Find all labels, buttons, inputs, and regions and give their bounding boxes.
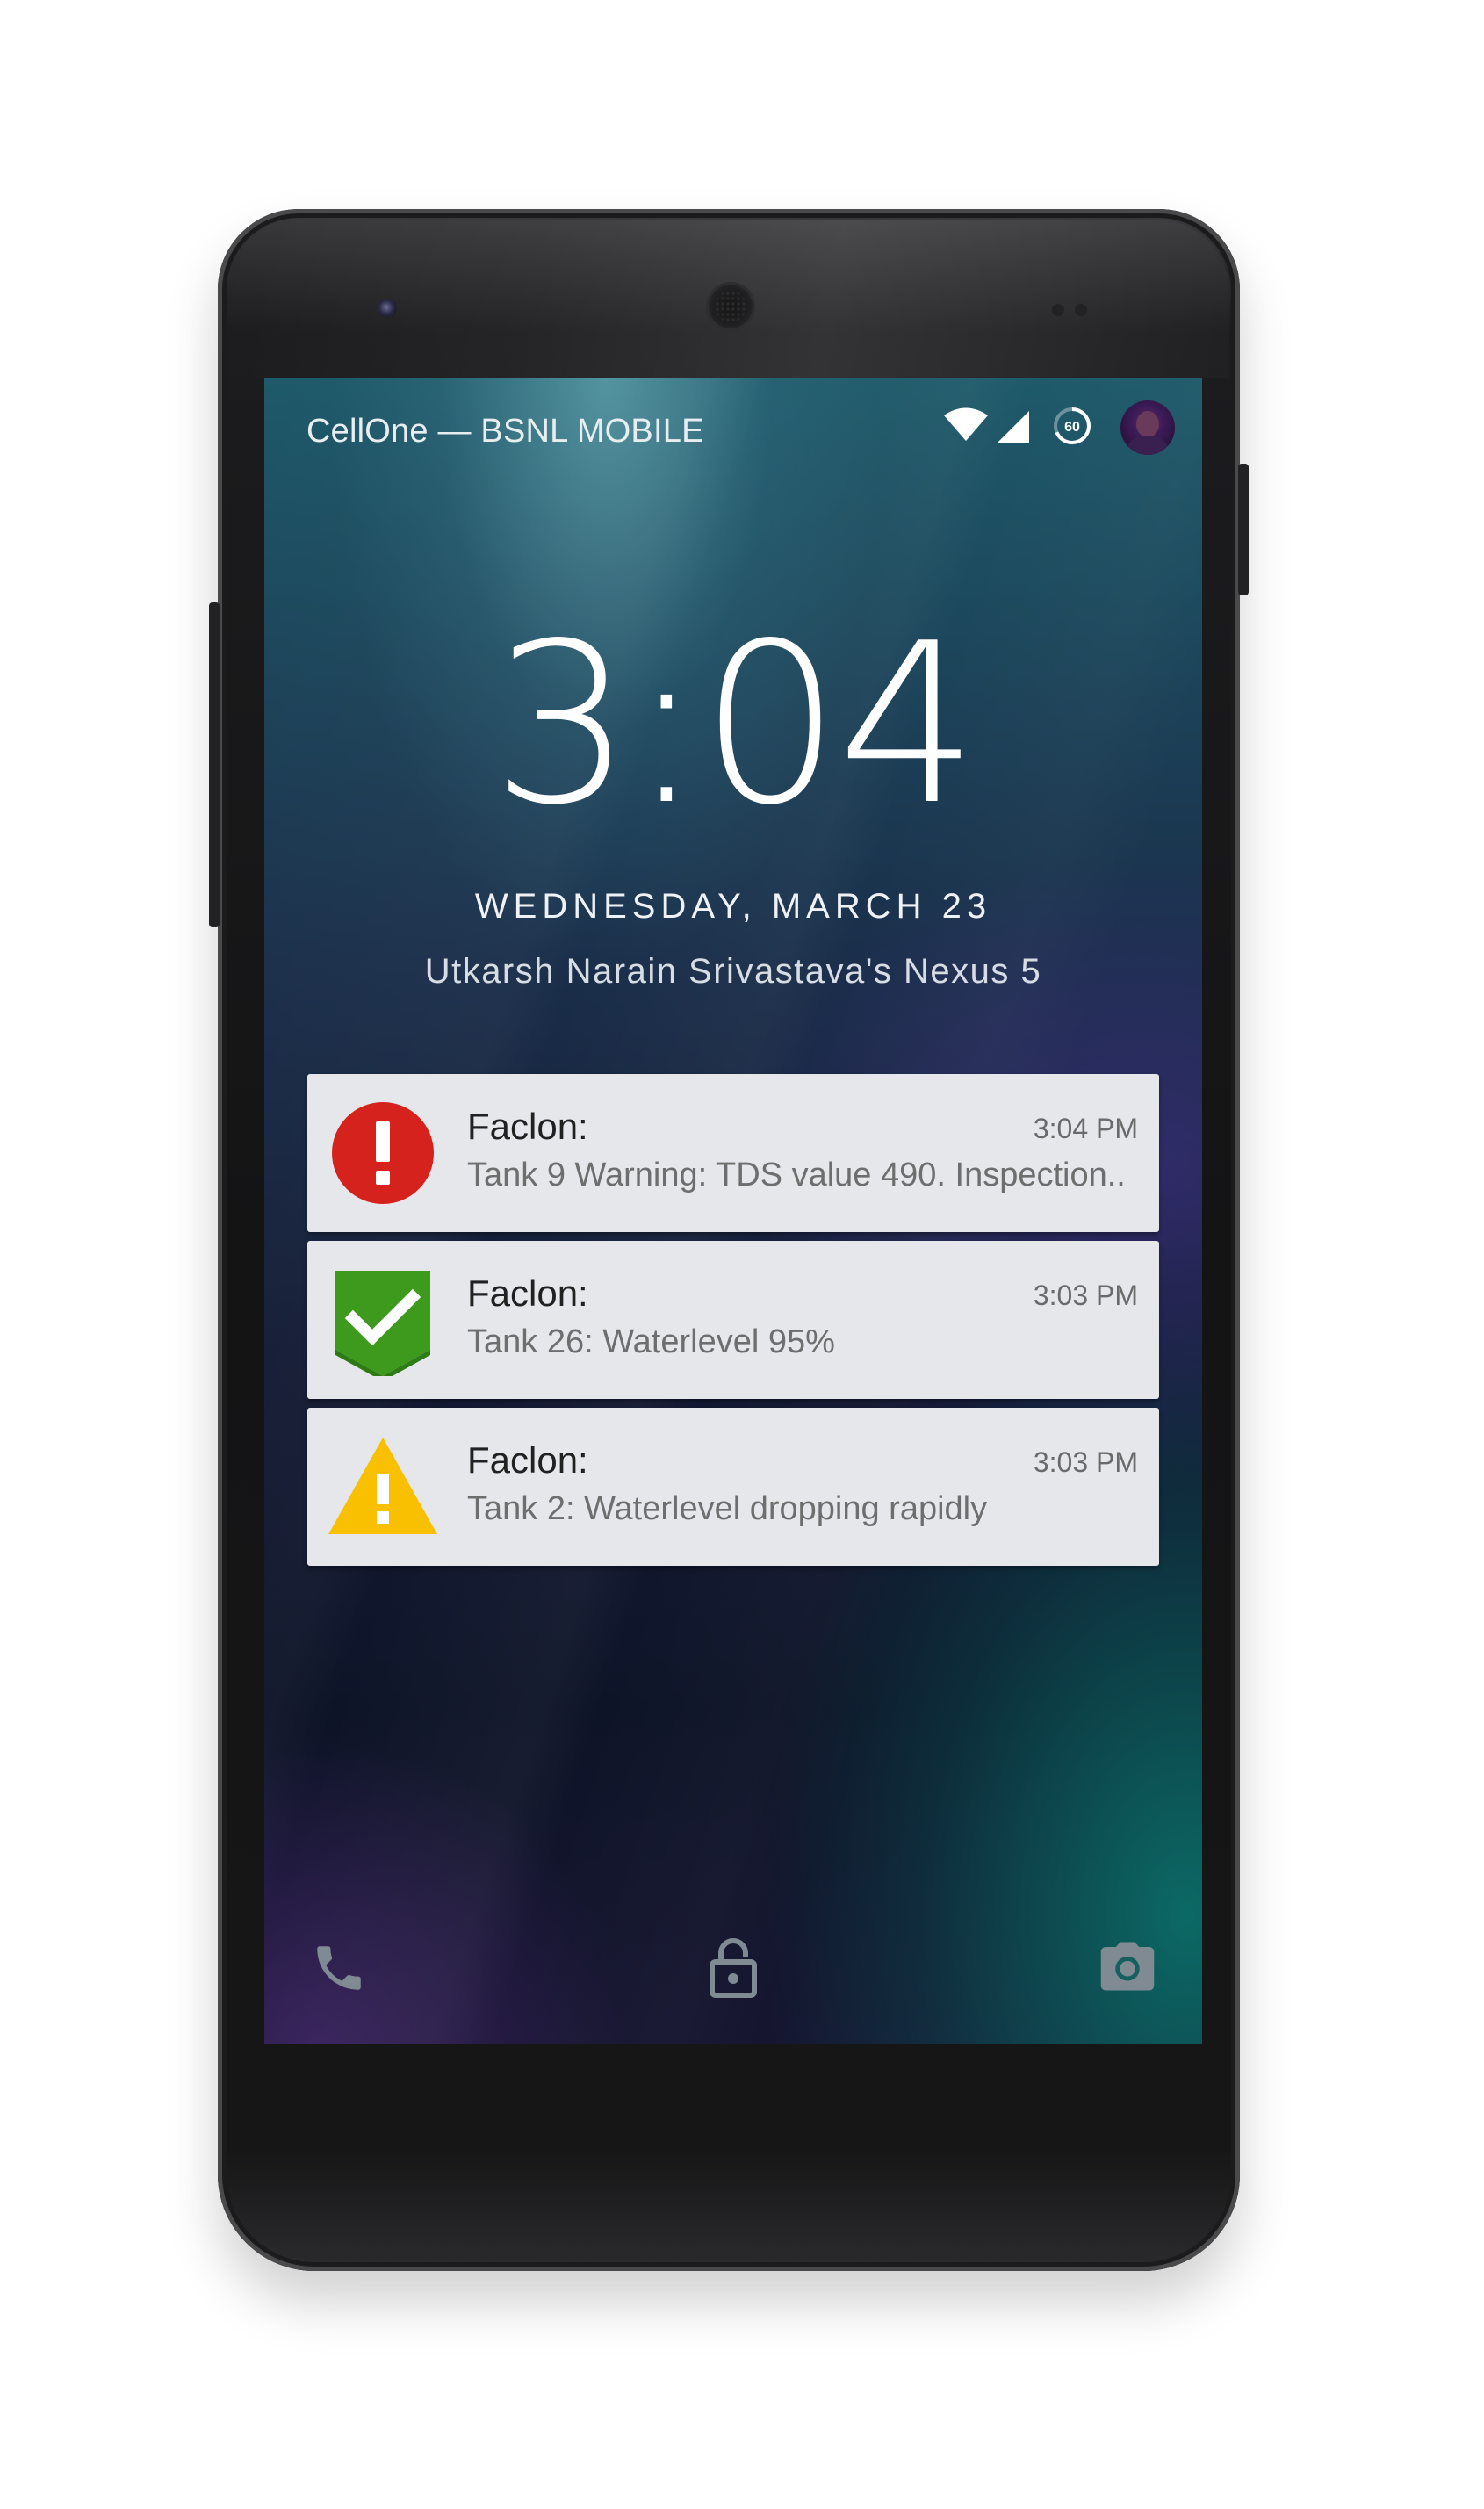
user-avatar[interactable] (1120, 400, 1175, 455)
notification-card[interactable]: Faclon: 3:03 PM Tank 26: Waterlevel 95% (307, 1241, 1159, 1399)
phone-icon[interactable] (310, 1939, 368, 1997)
owner-info: Utkarsh Narain Srivastava's Nexus 5 (424, 952, 1042, 991)
lock-clock: 3:04 (492, 596, 978, 854)
cell-signal-icon (998, 411, 1029, 443)
notification-title: Faclon: (467, 1273, 588, 1314)
earpiece-speaker (706, 282, 755, 331)
status-bar: CellOne — BSNL MOBILE 60 (264, 378, 1202, 483)
check-shield-icon (335, 1271, 430, 1376)
warning-triangle-icon (328, 1438, 437, 1534)
lockscreen-bottom-bar (264, 1932, 1202, 2044)
notification-time: 3:03 PM (1033, 1280, 1138, 1311)
notification-list: Faclon: 3:04 PM Tank 9 Warning: TDS valu… (307, 1074, 1159, 1575)
notification-text: Tank 2: Waterlevel dropping rapidly (467, 1490, 988, 1527)
notification-text: Tank 9 Warning: TDS value 490. Inspectio… (467, 1157, 1126, 1193)
lock-date: WEDNESDAY, MARCH 23 (474, 887, 992, 926)
battery-charging-icon: 60 (1054, 407, 1091, 444)
device-mockup: CellOne — BSNL MOBILE 60 3:04 WEDNESDAY,… (0, 0, 1484, 2509)
battery-level-label: 60 (1064, 420, 1080, 435)
notification-title: Faclon: (467, 1439, 588, 1481)
notification-card[interactable]: Faclon: 3:03 PM Tank 2: Waterlevel dropp… (307, 1408, 1159, 1566)
notification-title: Faclon: (467, 1106, 588, 1147)
lock-screen: CellOne — BSNL MOBILE 60 3:04 WEDNESDAY,… (264, 378, 1202, 2044)
notification-text: Tank 26: Waterlevel 95% (467, 1323, 835, 1360)
notification-time: 3:03 PM (1033, 1446, 1138, 1478)
power-button (1238, 464, 1249, 595)
notification-card[interactable]: Faclon: 3:04 PM Tank 9 Warning: TDS valu… (307, 1074, 1159, 1232)
lock-icon[interactable] (705, 1936, 761, 1999)
carrier-label: CellOne — BSNL MOBILE (306, 413, 704, 450)
notification-time: 3:04 PM (1033, 1113, 1138, 1144)
error-circle-icon (332, 1102, 434, 1204)
camera-icon[interactable] (1099, 1939, 1156, 1994)
volume-button (209, 602, 220, 927)
proximity-sensor (1052, 304, 1064, 316)
front-camera (378, 299, 397, 318)
wifi-icon (944, 407, 988, 441)
light-sensor (1075, 304, 1087, 316)
